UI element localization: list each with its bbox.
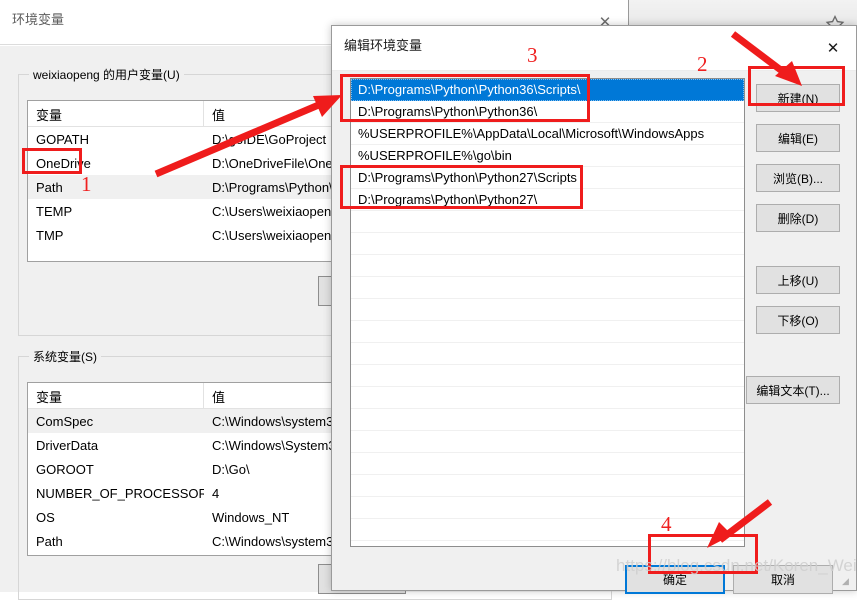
cell-variable: DriverData xyxy=(36,437,99,453)
edit-dialog-titlebar: 编辑环境变量 ✕ xyxy=(332,26,856,71)
list-item[interactable]: D:\Programs\Python\Python36\ xyxy=(351,101,744,123)
cell-variable: GOPATH xyxy=(36,131,89,147)
cell-variable: GOROOT xyxy=(36,461,94,477)
close-icon[interactable]: ✕ xyxy=(810,26,856,70)
browse-button[interactable]: 浏览(B)... xyxy=(756,164,840,192)
path-entries-list[interactable]: D:\Programs\Python\Python36\Scripts\ D:\… xyxy=(350,78,745,547)
new-button[interactable]: 新建(N) xyxy=(756,84,840,112)
cell-variable: TEMP xyxy=(36,203,73,219)
edit-environment-variable-dialog: 编辑环境变量 ✕ D:\Programs\Python\Python36\Scr… xyxy=(331,25,857,594)
cell-variable: Path xyxy=(36,179,63,195)
list-item[interactable]: %USERPROFILE%\go\bin xyxy=(351,145,744,167)
move-down-button[interactable]: 下移(O) xyxy=(756,306,840,334)
list-item-empty[interactable] xyxy=(351,387,744,409)
ok-button[interactable]: 确定 xyxy=(625,565,725,594)
list-item-empty[interactable] xyxy=(351,409,744,431)
cell-variable: ComSpec xyxy=(36,413,94,429)
list-item[interactable]: D:\Programs\Python\Python27\ xyxy=(351,189,744,211)
move-up-button[interactable]: 上移(U) xyxy=(756,266,840,294)
cell-variable: Path xyxy=(36,533,63,549)
list-item-empty[interactable] xyxy=(351,431,744,453)
cell-variable: TMP xyxy=(36,227,64,243)
column-header-variable: 变量 xyxy=(28,101,204,126)
system-variables-legend: 系统变量(S) xyxy=(29,348,101,365)
list-item-empty[interactable] xyxy=(351,343,744,365)
cell-variable: OneDrive xyxy=(36,155,91,171)
list-item-empty[interactable] xyxy=(351,453,744,475)
column-header-variable: 变量 xyxy=(28,383,204,408)
edit-dialog-title: 编辑环境变量 xyxy=(344,38,423,53)
list-item-empty[interactable] xyxy=(351,277,744,299)
list-item-empty[interactable] xyxy=(351,519,744,541)
list-item-empty[interactable] xyxy=(351,497,744,519)
resize-grip-icon[interactable]: ◢ xyxy=(842,577,852,587)
user-variables-legend: weixiaopeng 的用户变量(U) xyxy=(29,66,184,83)
cancel-button[interactable]: 取消 xyxy=(733,565,833,594)
delete-button[interactable]: 删除(D) xyxy=(756,204,840,232)
edit-text-button[interactable]: 编辑文本(T)... xyxy=(746,376,840,404)
cell-variable: NUMBER_OF_PROCESSORS xyxy=(36,485,204,501)
list-item-empty[interactable] xyxy=(351,365,744,387)
edit-button[interactable]: 编辑(E) xyxy=(756,124,840,152)
list-item-empty[interactable] xyxy=(351,233,744,255)
list-item-empty[interactable] xyxy=(351,299,744,321)
env-window-title: 环境变量 xyxy=(12,12,65,27)
list-item[interactable]: %USERPROFILE%\AppData\Local\Microsoft\Wi… xyxy=(351,123,744,145)
list-item-empty[interactable] xyxy=(351,211,744,233)
list-item[interactable]: D:\Programs\Python\Python36\Scripts\ xyxy=(351,79,744,101)
list-item-empty[interactable] xyxy=(351,321,744,343)
list-item-empty[interactable] xyxy=(351,255,744,277)
list-item[interactable]: D:\Programs\Python\Python27\Scripts xyxy=(351,167,744,189)
list-item-empty[interactable] xyxy=(351,475,744,497)
cell-variable: OS xyxy=(36,509,55,525)
